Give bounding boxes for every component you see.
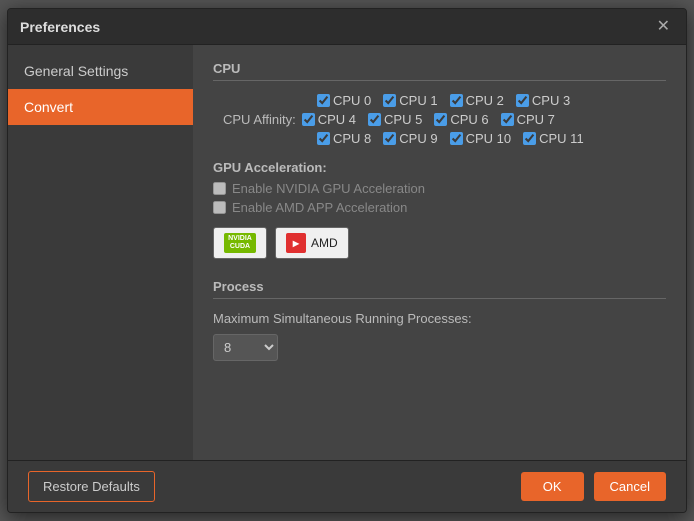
- process-section-header: Process: [213, 279, 666, 299]
- process-select-wrap: 1 2 3 4 5 6 7 8 9 10 11 12: [213, 334, 666, 361]
- amd-option[interactable]: Enable AMD APP Acceleration: [213, 200, 666, 215]
- preferences-dialog: Preferences ✕ General Settings Convert C…: [7, 8, 687, 513]
- cpu-10-checkbox[interactable]: [450, 132, 463, 145]
- cpu-grid: CPU 0 CPU 1 CPU 2 CPU 3: [223, 93, 666, 146]
- cpu-11-item[interactable]: CPU 11: [523, 131, 584, 146]
- cpu-7-item[interactable]: CPU 7: [501, 112, 555, 127]
- cpu-4-item[interactable]: CPU 4: [302, 112, 356, 127]
- cpu-1-item[interactable]: CPU 1: [383, 93, 437, 108]
- cpu-9-checkbox[interactable]: [383, 132, 396, 145]
- process-label: Maximum Simultaneous Running Processes:: [213, 311, 666, 326]
- nvidia-checkbox[interactable]: [213, 182, 226, 195]
- nvidia-option[interactable]: Enable NVIDIA GPU Acceleration: [213, 181, 666, 196]
- cpu-row-2: CPU 8 CPU 9 CPU 10 CPU 11: [223, 131, 666, 146]
- cpu-6-checkbox[interactable]: [434, 113, 447, 126]
- amd-button[interactable]: ▶ AMD: [275, 227, 349, 259]
- affinity-label: CPU Affinity:: [223, 112, 296, 127]
- cpu-section-header: CPU: [213, 61, 666, 81]
- dialog-body: General Settings Convert CPU CPU 0: [8, 45, 686, 460]
- cpu-2-item[interactable]: CPU 2: [450, 93, 504, 108]
- main-content: CPU CPU 0 CPU 1 CPU 2: [193, 45, 686, 460]
- cpu-5-item[interactable]: CPU 5: [368, 112, 422, 127]
- nvidia-logo: NVIDIA CUDA: [224, 233, 256, 253]
- cpu-row-0: CPU 0 CPU 1 CPU 2 CPU 3: [223, 93, 666, 108]
- gpu-buttons: NVIDIA CUDA ▶ AMD: [213, 227, 666, 259]
- gpu-section: GPU Acceleration: Enable NVIDIA GPU Acce…: [213, 160, 666, 259]
- cpu-0-item[interactable]: CPU 0: [317, 93, 371, 108]
- gpu-section-header: GPU Acceleration:: [213, 160, 666, 175]
- process-count-select[interactable]: 1 2 3 4 5 6 7 8 9 10 11 12: [213, 334, 278, 361]
- cpu-8-checkbox[interactable]: [317, 132, 330, 145]
- cpu-0-checkbox[interactable]: [317, 94, 330, 107]
- cpu-8-item[interactable]: CPU 8: [317, 131, 371, 146]
- cpu-9-item[interactable]: CPU 9: [383, 131, 437, 146]
- nvidia-cuda-button[interactable]: NVIDIA CUDA: [213, 227, 267, 259]
- restore-defaults-button[interactable]: Restore Defaults: [28, 471, 155, 502]
- amd-logo: ▶: [286, 233, 306, 253]
- cpu-5-checkbox[interactable]: [368, 113, 381, 126]
- cancel-button[interactable]: Cancel: [594, 472, 666, 501]
- cpu-2-checkbox[interactable]: [450, 94, 463, 107]
- sidebar-item-convert[interactable]: Convert: [8, 89, 193, 125]
- cpu-7-checkbox[interactable]: [501, 113, 514, 126]
- process-section: Process Maximum Simultaneous Running Pro…: [213, 279, 666, 361]
- cpu-10-item[interactable]: CPU 10: [450, 131, 512, 146]
- title-bar: Preferences ✕: [8, 9, 686, 45]
- cpu-4-checkbox[interactable]: [302, 113, 315, 126]
- amd-checkbox[interactable]: [213, 201, 226, 214]
- sidebar: General Settings Convert: [8, 45, 193, 460]
- cpu-1-checkbox[interactable]: [383, 94, 396, 107]
- cpu-11-checkbox[interactable]: [523, 132, 536, 145]
- footer: Restore Defaults OK Cancel: [8, 460, 686, 512]
- footer-actions: OK Cancel: [521, 472, 666, 501]
- ok-button[interactable]: OK: [521, 472, 584, 501]
- close-button[interactable]: ✕: [653, 17, 674, 37]
- cpu-row-1: CPU Affinity: CPU 4 CPU 5 CPU 6: [223, 112, 666, 127]
- sidebar-item-general[interactable]: General Settings: [8, 53, 193, 89]
- cpu-3-checkbox[interactable]: [516, 94, 529, 107]
- cpu-6-item[interactable]: CPU 6: [434, 112, 488, 127]
- cpu-3-item[interactable]: CPU 3: [516, 93, 570, 108]
- dialog-title: Preferences: [20, 19, 100, 35]
